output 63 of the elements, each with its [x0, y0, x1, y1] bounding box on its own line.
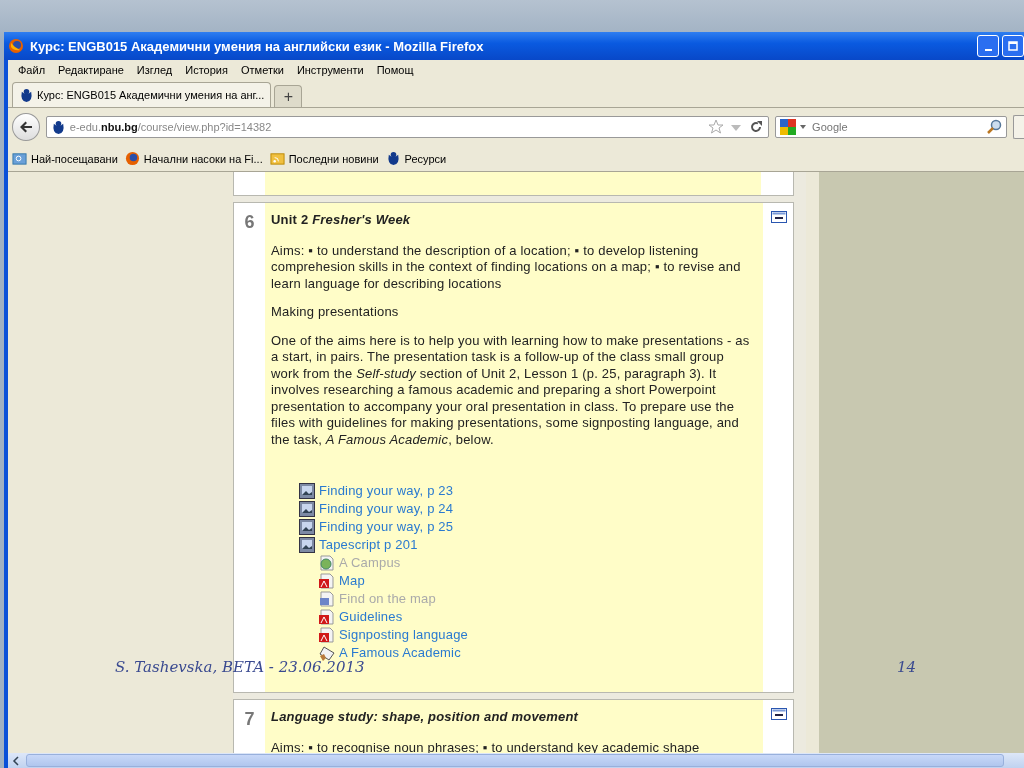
- feed-icon: [269, 151, 285, 166]
- resource-link[interactable]: Signposting language: [339, 626, 469, 644]
- bookmark[interactable]: Ресурси: [385, 151, 447, 166]
- site-icon: [19, 87, 34, 103]
- scrollbar-thumb[interactable]: [26, 754, 1004, 767]
- maximize-icon: [1008, 41, 1018, 51]
- section-title: Unit 2 Fresher's Week: [271, 212, 412, 229]
- section-text: Aims: ▪ to understand the description of a location; ▪ to develop listening comprehesion skills in the context of finding locations on a map; ▪ to revise and learn language for describing locations: [271, 242, 742, 292]
- slide-page-number: 14: [897, 658, 917, 676]
- folder-icon: [12, 151, 27, 166]
- browser-tab[interactable]: Курс: ENGB015 Академични умения на анг...: [12, 82, 272, 107]
- assignment-icon: [319, 645, 335, 661]
- section-number: 6: [243, 211, 256, 233]
- minimize-icon: [984, 49, 992, 51]
- bookmark[interactable]: Най-посещавани: [12, 151, 118, 166]
- star-icon[interactable]: [708, 119, 725, 135]
- menu-item[interactable]: Изглед: [136, 64, 173, 76]
- firefox-icon: [8, 38, 24, 54]
- menu-item[interactable]: Редактиране: [58, 64, 124, 76]
- dropdown-icon[interactable]: [799, 123, 808, 131]
- document-icon: [319, 591, 335, 607]
- site-icon: [50, 119, 66, 135]
- resource-link[interactable]: Guidelines: [339, 608, 403, 626]
- horizontal-scrollbar[interactable]: [8, 753, 1024, 768]
- back-button[interactable]: [12, 113, 40, 141]
- image-icon: [299, 483, 315, 499]
- bookmark[interactable]: Начални насоки на Fi...: [124, 151, 263, 166]
- maximize-button[interactable]: [1002, 35, 1024, 57]
- collapse-icon[interactable]: [771, 708, 787, 720]
- menu-item[interactable]: Отметки: [240, 64, 284, 76]
- toolbar-button[interactable]: [1013, 115, 1024, 139]
- menu-item[interactable]: Помощ: [376, 64, 414, 76]
- resource-link[interactable]: Finding your way, p 25: [319, 518, 454, 536]
- menu-item[interactable]: История: [185, 64, 228, 76]
- pdf-icon: [319, 609, 335, 625]
- section-number: 7: [243, 708, 256, 730]
- image-icon: [299, 537, 315, 553]
- site-icon: [385, 151, 401, 166]
- resource-link[interactable]: Finding your way, p 24: [319, 500, 454, 518]
- resource-link[interactable]: Map: [339, 572, 365, 590]
- image-icon: [299, 501, 315, 517]
- search-field[interactable]: Google: [775, 116, 1008, 138]
- section-text: Making presentations: [271, 304, 400, 321]
- new-tab-button[interactable]: +: [274, 85, 303, 107]
- search-icon[interactable]: [986, 119, 1003, 135]
- image-icon: [299, 519, 315, 535]
- window-title: Курс: ENGB015 Академични умения на английски език - Mozilla Firefox: [30, 38, 485, 54]
- resource-link[interactable]: Tapescript p 201: [319, 536, 418, 554]
- reload-icon[interactable]: [748, 119, 765, 135]
- resource-link[interactable]: Finding your way, p 23: [319, 482, 454, 500]
- section-title: Language study: shape, position and movement: [271, 709, 580, 726]
- minimize-button[interactable]: [977, 35, 999, 57]
- globe-icon: [319, 555, 335, 571]
- address-field[interactable]: e-edu.nbu.bg/course/view.php?id=14382: [45, 116, 770, 138]
- menu-item[interactable]: Инструменти: [296, 64, 364, 76]
- search-engine-icon[interactable]: [780, 119, 797, 135]
- pdf-icon: [319, 627, 335, 643]
- firefox-icon: [124, 151, 140, 166]
- pdf-icon: [319, 573, 335, 589]
- menu-item[interactable]: Файл: [18, 64, 46, 76]
- collapse-icon[interactable]: [771, 211, 787, 223]
- bookmark[interactable]: Последни новини: [269, 151, 379, 166]
- section-text: One of the aims here is to help you with learning how to make presentations - as a start, in pairs. The presentation task is a follow-up of the class small group work from the Self-study section of Unit 2, Lesson 1 (p. 25, paragraph 3). It involves researching a famous academic and preparing a short Powerpoint presentation to accompany your oral presentation in class. To prepare use the files with guidelines for making presentations, some signposting language, and the task, A Famous Academic, below.: [271, 332, 751, 448]
